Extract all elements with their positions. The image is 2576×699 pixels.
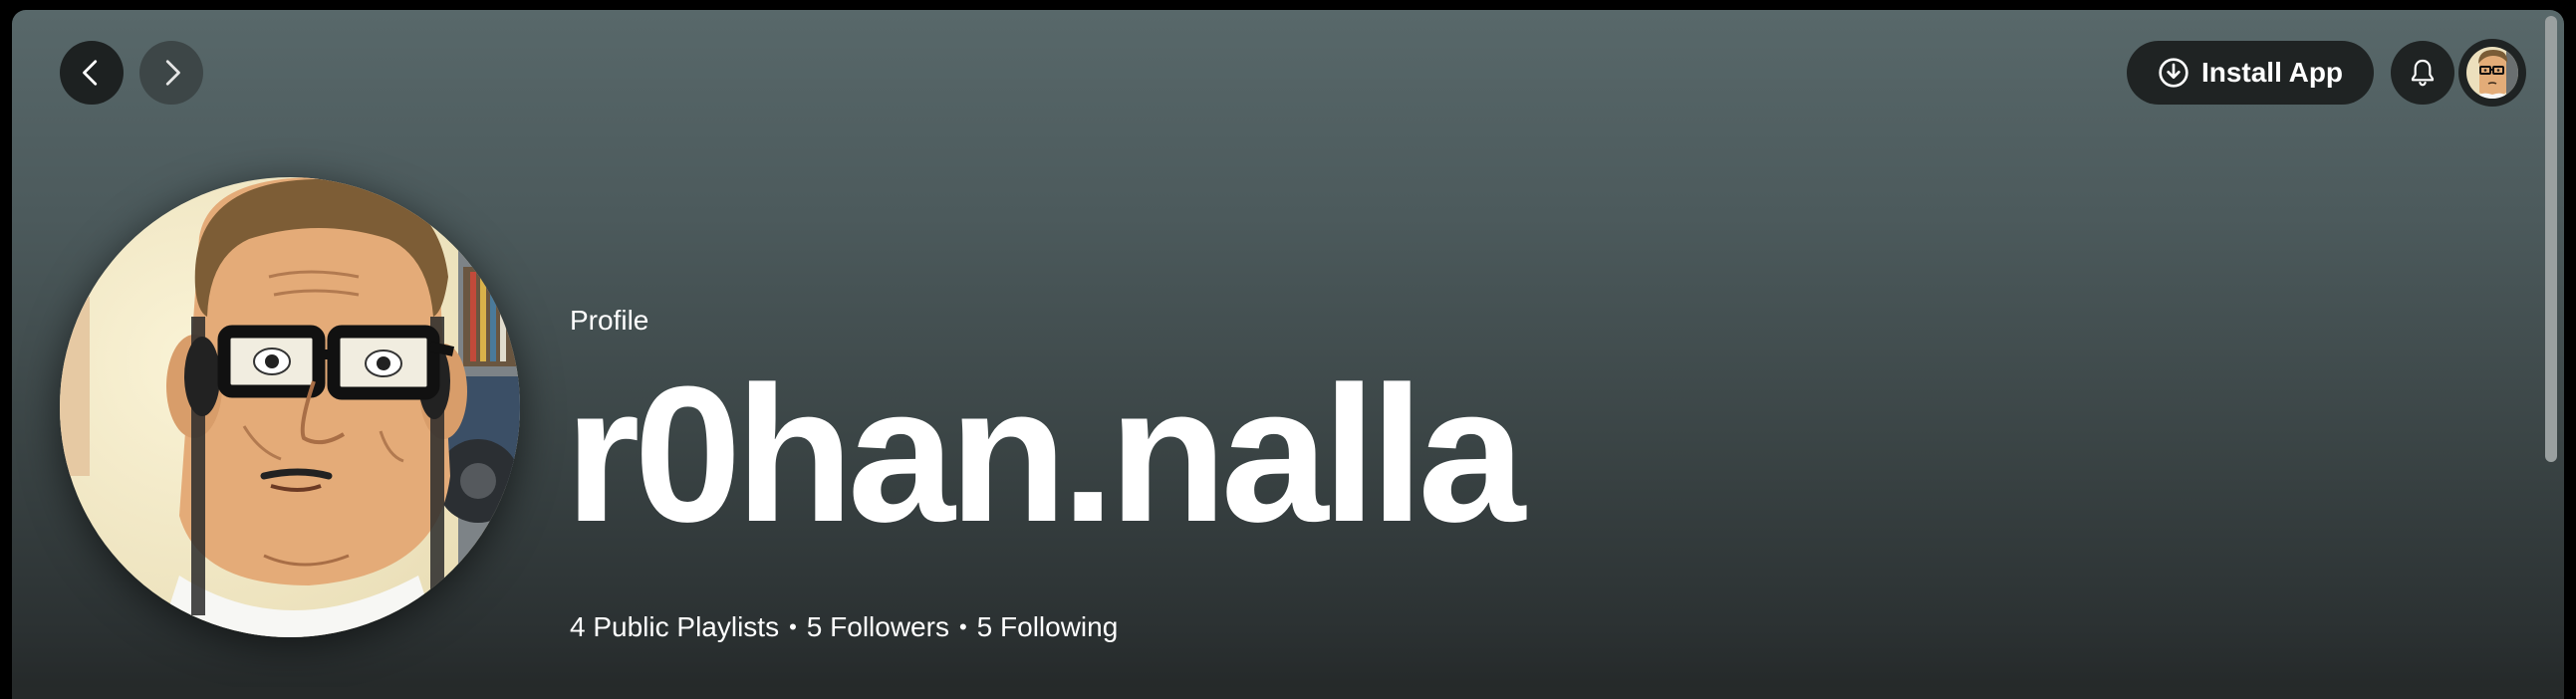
profile-image <box>60 177 520 637</box>
public-playlists-count: 4 Public Playlists <box>570 611 780 642</box>
back-button[interactable] <box>60 41 124 105</box>
install-app-button[interactable]: Install App <box>2127 41 2374 105</box>
user-avatar <box>2466 47 2518 99</box>
profile-avatar[interactable] <box>60 177 520 637</box>
forward-button[interactable] <box>139 41 203 105</box>
following-link[interactable]: 5 Following <box>977 611 1119 643</box>
stats-separator: • <box>789 614 797 639</box>
scrollbar[interactable] <box>2534 10 2564 687</box>
chevron-left-icon <box>83 60 98 86</box>
top-bar: Install App <box>12 10 2564 139</box>
scrollbar-thumb[interactable] <box>2545 16 2557 462</box>
stats-separator: • <box>958 614 967 639</box>
content-area-top <box>12 687 2564 699</box>
notifications-button[interactable] <box>2391 41 2454 105</box>
profile-header: Install App Profile r0han.nalla 4 Public… <box>12 10 2564 699</box>
chevron-right-icon <box>165 60 180 86</box>
followers-link[interactable]: 5 Followers <box>807 611 949 643</box>
bell-icon <box>2411 59 2435 87</box>
profile-name[interactable]: r0han.nalla <box>565 358 1525 552</box>
profile-type-label: Profile <box>570 305 649 336</box>
install-app-label: Install App <box>2200 57 2344 88</box>
account-button[interactable] <box>2458 39 2526 107</box>
profile-stats: 4 Public Playlists • 5 Followers • 5 Fol… <box>570 611 1118 643</box>
download-circle-icon <box>2159 58 2189 88</box>
